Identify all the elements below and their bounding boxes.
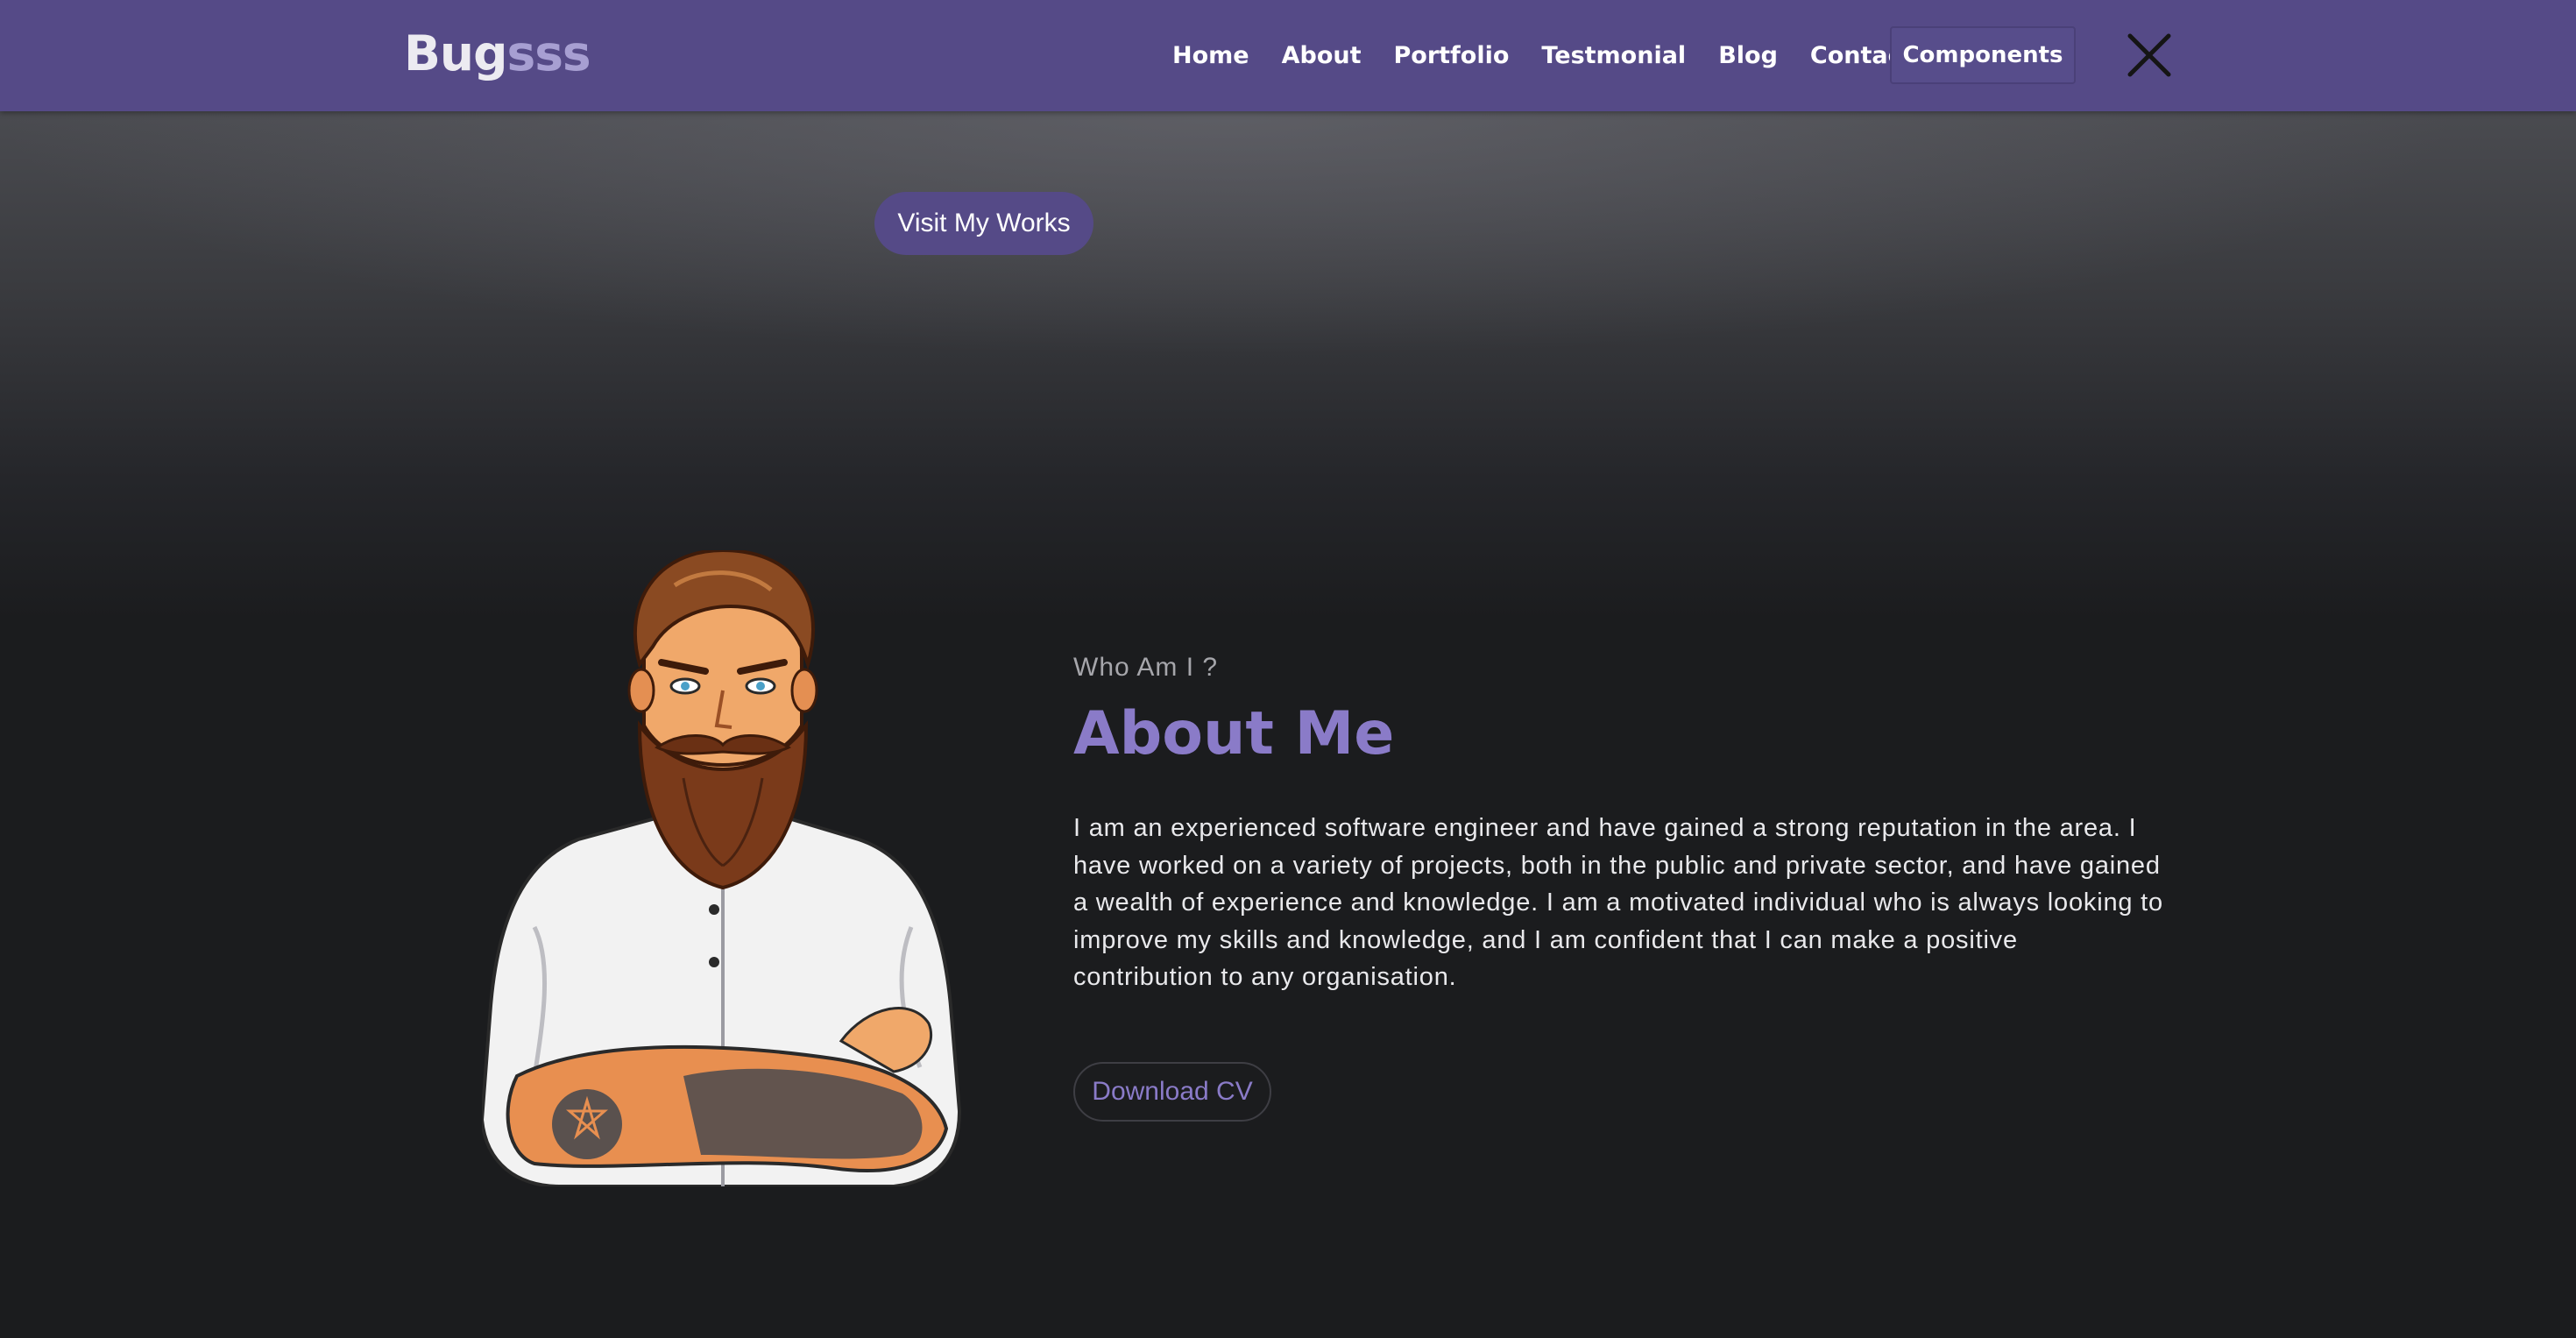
about-description: I am an experienced software engineer an… — [1073, 814, 2163, 991]
components-button[interactable]: Components — [1890, 26, 2076, 84]
navbar: Bugsss Home About Portfolio Testmonial B… — [0, 0, 2576, 111]
nav-link-about[interactable]: About — [1282, 42, 1362, 69]
nav-links: Home About Portfolio Testmonial Blog Con… — [1172, 0, 1946, 111]
nav-link-blog[interactable]: Blog — [1718, 42, 1778, 69]
about-title: About Me — [1073, 699, 1395, 768]
download-cv-button[interactable]: Download CV — [1073, 1061, 1271, 1122]
nav-link-portfolio[interactable]: Portfolio — [1394, 42, 1510, 69]
close-icon — [2127, 33, 2171, 77]
brand-logo-secondary: sss — [506, 25, 591, 81]
bearded-man-portrait-icon — [482, 550, 962, 1186]
close-menu-button[interactable] — [2125, 31, 2174, 80]
visit-my-works-button[interactable]: Visit My Works — [874, 192, 1093, 255]
nav-link-home[interactable]: Home — [1172, 42, 1249, 69]
about-section: Visit My Works Who Am I ? About Me I am … — [0, 111, 2576, 1338]
about-text-block: Who Am I ? About Me I am an experienced … — [1073, 648, 2169, 1122]
about-subtitle: Who Am I ? — [1073, 653, 1219, 682]
nav-link-testimonial[interactable]: Testmonial — [1541, 42, 1686, 69]
brand-logo[interactable]: Bugsss — [404, 23, 591, 84]
brand-logo-primary: Bug — [404, 25, 507, 81]
